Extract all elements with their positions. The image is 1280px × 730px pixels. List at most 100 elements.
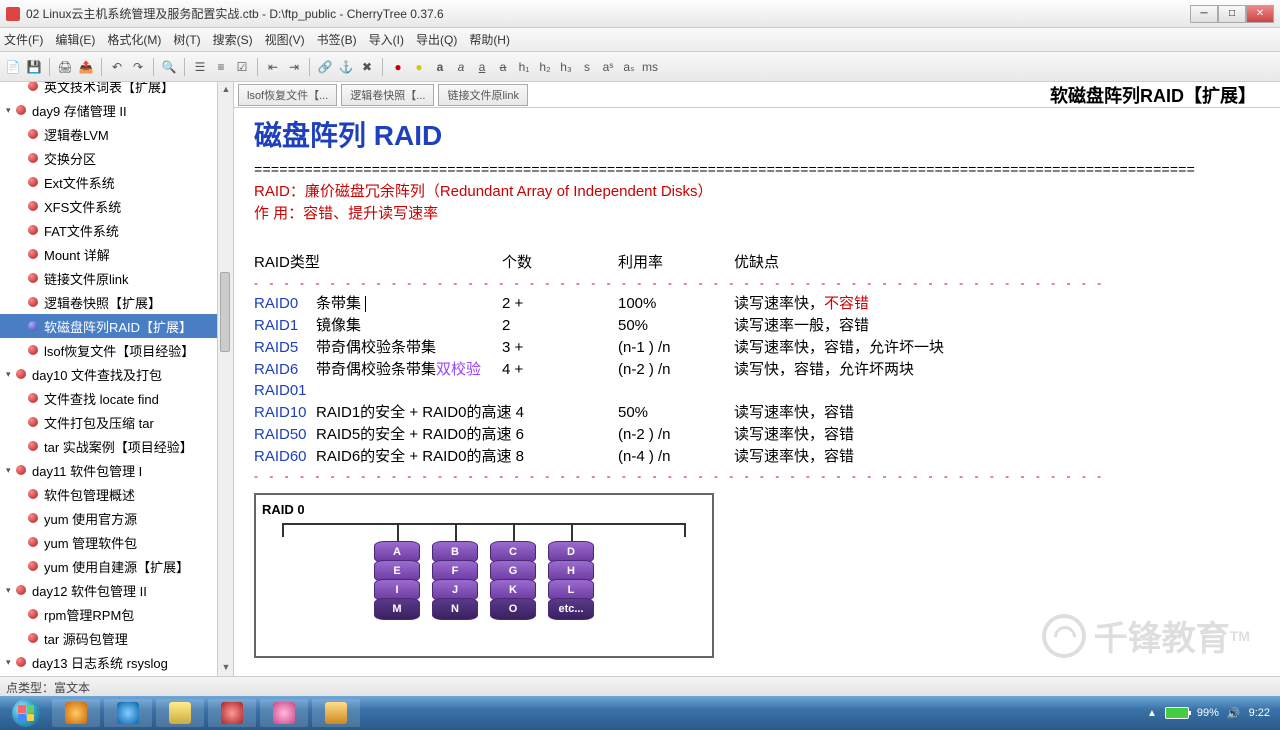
numbered-list-icon[interactable]: ≡ — [212, 58, 230, 76]
system-tray[interactable]: ▲ 99% 🔊 9:22 — [1147, 707, 1276, 720]
crumb-tab[interactable]: lsof恢复文件【... — [238, 84, 337, 106]
task-app[interactable] — [208, 699, 256, 727]
tree-node[interactable]: 交换分区 — [0, 146, 217, 170]
menu-export[interactable]: 导出(Q) — [416, 31, 457, 48]
scroll-thumb[interactable] — [220, 272, 230, 352]
menu-format[interactable]: 格式化(M) — [107, 31, 161, 48]
menu-import[interactable]: 导入(I) — [369, 31, 404, 48]
task-app[interactable] — [312, 699, 360, 727]
table-row: RAID60RAID6的安全 + RAID0的高速 8(n-4 ) /n读写速率… — [254, 446, 1260, 468]
menu-help[interactable]: 帮助(H) — [469, 31, 510, 48]
todo-list-icon[interactable]: ☑ — [233, 58, 251, 76]
horizontal-rule: ========================================… — [254, 161, 1260, 181]
tree-node[interactable]: 链接文件原link — [0, 266, 217, 290]
crumb-tab[interactable]: 逻辑卷快照【... — [341, 84, 434, 106]
small-icon[interactable]: s — [578, 58, 596, 76]
menu-search[interactable]: 搜索(S) — [213, 31, 253, 48]
tree-node[interactable]: yum 使用官方源 — [0, 506, 217, 530]
status-text: 点类型：富文本 — [6, 681, 90, 695]
menu-bookmark[interactable]: 书签(B) — [317, 31, 357, 48]
tree-node[interactable]: ▾day12 软件包管理 II — [0, 578, 217, 602]
tree-node[interactable]: lsof恢复文件【项目经验】 — [0, 338, 217, 362]
find-icon[interactable]: 🔍 — [160, 58, 178, 76]
sidebar-scrollbar[interactable]: ▲ ▼ — [218, 82, 234, 676]
raid0-diagram-title: RAID 0 — [262, 501, 706, 520]
tree-node[interactable]: 软磁盘阵列RAID【扩展】 — [0, 314, 217, 338]
clock: 9:22 — [1249, 707, 1270, 719]
statusbar: 点类型：富文本 — [0, 676, 1280, 696]
tree-node[interactable]: ▾day10 文件查找及打包 — [0, 362, 217, 386]
indent-right-icon[interactable]: ⇥ — [285, 58, 303, 76]
tree-node[interactable]: 文件打包及压缩 tar — [0, 410, 217, 434]
tree-node[interactable]: Mount 详解 — [0, 242, 217, 266]
task-app[interactable] — [104, 699, 152, 727]
tree-node[interactable]: ▾day11 软件包管理 I — [0, 458, 217, 482]
new-icon[interactable]: 📄 — [4, 58, 22, 76]
raid-disk: CGKO — [490, 541, 536, 617]
raid-disk: AEIM — [374, 541, 420, 617]
tree-node[interactable]: ▾day9 存储管理 II — [0, 98, 217, 122]
monospace-icon[interactable]: ms — [641, 58, 659, 76]
tree-node[interactable]: FAT文件系统 — [0, 218, 217, 242]
app-icon — [6, 7, 20, 21]
subscript-icon[interactable]: aₛ — [620, 58, 638, 76]
tree-node[interactable]: yum 管理软件包 — [0, 530, 217, 554]
tray-net-icon: 🔊 — [1227, 707, 1241, 720]
scroll-up-icon[interactable]: ▲ — [220, 84, 232, 96]
menu-tree[interactable]: 树(T) — [173, 31, 200, 48]
tree-node[interactable]: 文件查找 locate find — [0, 386, 217, 410]
h3-icon[interactable]: h₃ — [557, 58, 575, 76]
tree-sidebar[interactable]: 英文技术词表【扩展】▾day9 存储管理 II逻辑卷LVM交换分区Ext文件系统… — [0, 82, 218, 676]
menu-edit[interactable]: 编辑(E) — [55, 31, 95, 48]
table-row: RAID1镜像集250%读写速率一般，容错 — [254, 315, 1260, 337]
menu-view[interactable]: 视图(V) — [265, 31, 305, 48]
underline-icon[interactable]: a — [473, 58, 491, 76]
window-title: 02 Linux云主机系统管理及服务配置实战.ctb - D:\ftp_publ… — [26, 5, 1190, 22]
tree-node[interactable]: 逻辑卷LVM — [0, 122, 217, 146]
tree-node[interactable]: tar 实战案例【项目经验】 — [0, 434, 217, 458]
raid-definition: RAID：廉价磁盘冗余阵列（Redundant Array of Indepen… — [254, 181, 1260, 203]
strike-icon[interactable]: a — [494, 58, 512, 76]
indent-left-icon[interactable]: ⇤ — [264, 58, 282, 76]
export-icon[interactable]: 📤 — [77, 58, 95, 76]
tree-node[interactable]: Ext文件系统 — [0, 170, 217, 194]
anchor-icon[interactable]: ⚓ — [337, 58, 355, 76]
tree-node[interactable]: rpm管理RPM包 — [0, 602, 217, 626]
tree-node[interactable]: XFS文件系统 — [0, 194, 217, 218]
dash-separator: - - - - - - - - - - - - - - - - - - - - … — [254, 467, 1260, 486]
crumb-tab[interactable]: 链接文件原link — [438, 84, 528, 106]
close-button[interactable]: ✕ — [1246, 5, 1274, 23]
table-row: RAID0条带集2 +100%读写速率快，不容错 — [254, 293, 1260, 315]
redo-icon[interactable]: ↷ — [129, 58, 147, 76]
italic-icon[interactable]: a — [452, 58, 470, 76]
undo-icon[interactable]: ↶ — [108, 58, 126, 76]
color-icon[interactable]: ● — [389, 58, 407, 76]
task-app[interactable] — [52, 699, 100, 727]
clear-format-icon[interactable]: ✖ — [358, 58, 376, 76]
tree-node[interactable]: 英文技术词表【扩展】 — [0, 82, 217, 98]
tree-node[interactable]: tar 源码包管理 — [0, 626, 217, 650]
toolbar: 📄 💾 🖨 📤 ↶ ↷ 🔍 ☰ ≡ ☑ ⇤ ⇥ 🔗 ⚓ ✖ ● ● a a a … — [0, 52, 1280, 82]
bold-icon[interactable]: a — [431, 58, 449, 76]
tree-node[interactable]: ▾day13 日志系统 rsyslog — [0, 650, 217, 674]
task-app[interactable] — [260, 699, 308, 727]
maximize-button[interactable]: □ — [1218, 5, 1246, 23]
bullet-list-icon[interactable]: ☰ — [191, 58, 209, 76]
h2-icon[interactable]: h₂ — [536, 58, 554, 76]
task-app[interactable] — [156, 699, 204, 727]
document-body[interactable]: 磁盘阵列 RAID ==============================… — [234, 108, 1280, 676]
h1-icon[interactable]: h₁ — [515, 58, 533, 76]
highlight-icon[interactable]: ● — [410, 58, 428, 76]
tree-node[interactable]: 逻辑卷快照【扩展】 — [0, 290, 217, 314]
print-icon[interactable]: 🖨 — [56, 58, 74, 76]
menu-file[interactable]: 文件(F) — [4, 31, 43, 48]
scroll-down-icon[interactable]: ▼ — [220, 662, 232, 674]
battery-icon — [1165, 707, 1189, 719]
link-icon[interactable]: 🔗 — [316, 58, 334, 76]
tree-node[interactable]: 软件包管理概述 — [0, 482, 217, 506]
superscript-icon[interactable]: aˢ — [599, 58, 617, 76]
save-icon[interactable]: 💾 — [25, 58, 43, 76]
start-button[interactable] — [4, 698, 48, 728]
tree-node[interactable]: yum 使用自建源【扩展】 — [0, 554, 217, 578]
minimize-button[interactable]: ─ — [1190, 5, 1218, 23]
